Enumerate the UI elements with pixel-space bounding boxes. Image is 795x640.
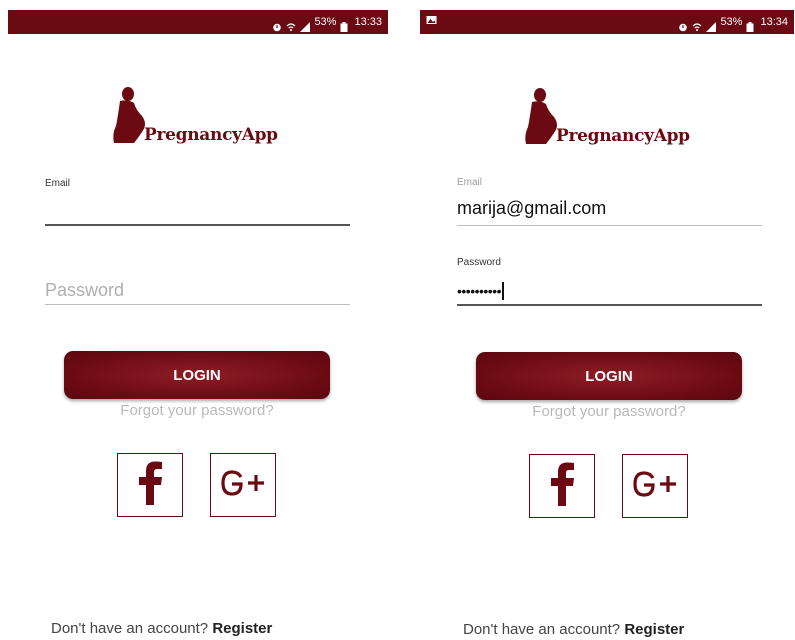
- password-label: Password: [457, 257, 501, 268]
- pregnant-woman-logo-icon: [108, 86, 148, 149]
- battery-icon: [340, 17, 350, 32]
- image-notification-icon: [426, 10, 437, 24]
- battery-percent: 53%: [720, 16, 743, 28]
- login-button[interactable]: LOGIN: [476, 352, 742, 400]
- email-field[interactable]: [45, 224, 350, 226]
- facebook-login-button[interactable]: [529, 454, 595, 518]
- password-underline: [457, 304, 762, 306]
- password-masked-value: ••••••••••: [457, 283, 502, 299]
- signal-icon: [300, 17, 311, 32]
- forgot-password-link[interactable]: Forgot your password?: [476, 403, 742, 420]
- status-bar: 53% 13:33: [8, 10, 388, 34]
- google-plus-icon: [219, 468, 267, 503]
- facebook-icon: [136, 461, 164, 510]
- status-time: 13:34: [760, 16, 788, 28]
- register-link[interactable]: Register: [212, 620, 272, 637]
- register-prompt: Don't have an account? Register: [463, 621, 684, 638]
- password-underline: [45, 304, 350, 305]
- signal-icon: [706, 17, 717, 32]
- google-plus-login-button[interactable]: [622, 454, 688, 518]
- status-time: 13:33: [354, 16, 382, 28]
- app-logo: PregnancyApp: [108, 86, 278, 149]
- alarm-icon: [678, 17, 688, 32]
- email-label: Email: [457, 177, 483, 188]
- facebook-login-button[interactable]: [117, 453, 183, 517]
- email-field[interactable]: marija@gmail.com: [457, 198, 606, 219]
- battery-icon: [746, 17, 756, 32]
- password-field[interactable]: ••••••••••: [457, 282, 505, 300]
- pregnant-woman-logo-icon: [520, 87, 560, 150]
- password-field[interactable]: Password: [45, 280, 124, 301]
- no-account-text: Don't have an account?: [463, 621, 621, 638]
- forgot-password-link[interactable]: Forgot your password?: [64, 402, 330, 419]
- register-link[interactable]: Register: [624, 621, 684, 638]
- status-bar: 53% 13:34: [420, 10, 794, 34]
- google-plus-icon: [631, 469, 679, 504]
- facebook-icon: [548, 462, 576, 511]
- wifi-icon: [286, 17, 296, 31]
- email-label: Email: [45, 178, 71, 189]
- alarm-icon: [272, 17, 282, 32]
- google-plus-login-button[interactable]: [210, 453, 276, 517]
- app-name: PregnancyApp: [556, 126, 690, 146]
- phone-screen-right: 53% 13:34 PregnancyApp Email marija@gmai…: [412, 0, 795, 640]
- no-account-text: Don't have an account?: [51, 620, 209, 637]
- battery-percent: 53%: [314, 16, 337, 28]
- login-button[interactable]: LOGIN: [64, 351, 330, 399]
- register-prompt: Don't have an account? Register: [51, 620, 272, 637]
- text-cursor: [502, 282, 505, 300]
- phone-screen-left: 53% 13:33 PregnancyApp Email Password LO…: [0, 0, 396, 640]
- app-logo: PregnancyApp: [520, 87, 690, 150]
- wifi-icon: [692, 17, 702, 31]
- email-underline: [457, 225, 762, 226]
- app-name: PregnancyApp: [144, 125, 278, 145]
